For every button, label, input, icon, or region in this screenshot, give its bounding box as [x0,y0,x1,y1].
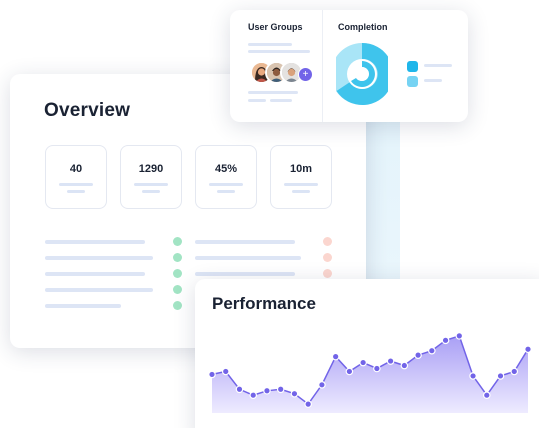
chart-point[interactable] [249,391,258,400]
legend-swatch-secondary [407,76,418,87]
stat-card[interactable]: 40 [45,145,107,209]
stat-value: 40 [69,163,83,175]
list-placeholder-line [45,256,153,260]
stat-value: 45% [214,163,238,175]
completion-donut-chart [336,42,388,105]
list-placeholder-line [195,272,295,276]
chart-point[interactable] [510,367,519,376]
stat-value: 10m [289,163,313,175]
overview-title: Overview [44,100,131,121]
stat-value: 1290 [138,163,164,175]
user-groups-title: User Groups [248,22,303,32]
status-dot-green [173,285,182,294]
performance-area-chart [208,332,532,413]
group-placeholder-line [270,99,292,102]
group-placeholder-line [248,99,266,102]
status-dot-red [323,269,332,278]
chart-area [212,335,528,413]
stat-sublabel-placeholder [67,190,85,193]
chart-point[interactable] [496,372,505,380]
chart-point[interactable] [318,381,326,389]
legend-swatch-primary [407,61,418,72]
chart-point[interactable] [524,345,532,354]
stat-label-placeholder [284,183,318,186]
status-dot-green [173,253,182,262]
chart-point[interactable] [469,372,477,380]
completion-title: Completion [338,22,388,32]
chart-point[interactable] [345,367,354,376]
performance-card: Performance [195,279,539,428]
chart-point[interactable] [290,389,299,398]
legend-placeholder-line [424,64,452,67]
stat-label-placeholder [209,183,243,186]
chart-point[interactable] [276,385,285,394]
group-placeholder-line [248,50,310,53]
status-dot-green [173,237,182,246]
stat-sublabel-placeholder [142,190,160,193]
chart-point[interactable] [263,386,271,395]
chart-point[interactable] [482,391,491,400]
stat-card[interactable]: 45% [195,145,257,209]
chart-point[interactable] [235,385,244,394]
stat-sublabel-placeholder [217,190,235,193]
chart-point[interactable] [221,367,230,376]
list-placeholder-line [45,288,153,292]
list-placeholder-line [45,240,145,244]
chart-point[interactable] [373,364,381,373]
status-dot-red [323,253,332,262]
chart-point[interactable] [400,361,409,370]
chart-point[interactable] [359,358,367,367]
group-placeholder-line [248,43,292,46]
stat-sublabel-placeholder [292,190,310,193]
status-dot-green [173,301,182,310]
list-placeholder-line [195,240,295,244]
chart-point[interactable] [455,332,464,340]
chart-point[interactable] [414,351,422,359]
chart-point[interactable] [386,357,395,365]
legend-placeholder-line [424,79,442,82]
stat-card[interactable]: 1290 [120,145,182,209]
chart-point[interactable] [331,352,340,361]
status-dot-red [323,237,332,246]
stat-card[interactable]: 10m [270,145,332,209]
status-dot-green [173,269,182,278]
donut-center [355,67,369,81]
list-placeholder-line [195,256,301,260]
chart-point[interactable] [304,400,312,408]
stat-label-placeholder [59,183,93,186]
section-divider [322,10,323,122]
stat-label-placeholder [134,183,168,186]
group-placeholder-line [248,91,298,94]
chart-point[interactable] [208,370,216,379]
plus-icon: + [302,69,309,80]
dashboard-illustration: Overview 40 1290 45% 10m User Groups + C… [0,0,539,428]
chart-point[interactable] [428,346,436,355]
add-member-button[interactable]: + [298,67,313,82]
background-strip [366,96,400,296]
list-placeholder-line [45,272,145,276]
chart-point[interactable] [441,336,450,345]
user-groups-completion-card: User Groups + Completion [230,10,468,122]
list-placeholder-line [45,304,121,308]
